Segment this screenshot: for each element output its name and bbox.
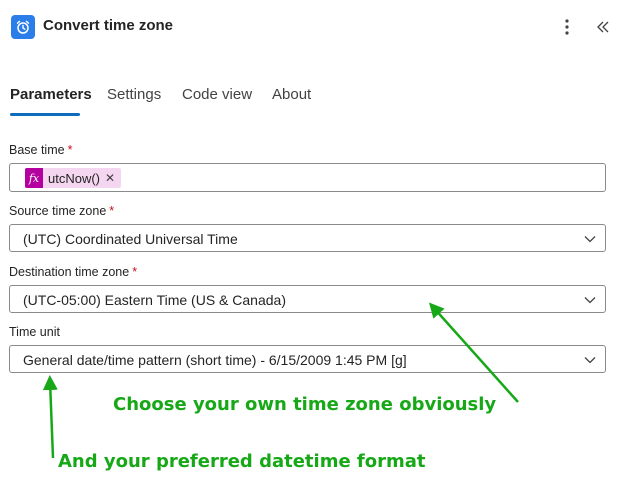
required-mark: * — [132, 265, 138, 279]
base-time-input[interactable]: fx utcNow() ✕ — [9, 163, 606, 192]
tab-parameters[interactable]: Parameters — [10, 86, 92, 103]
destination-time-zone-value: (UTC-05:00) Eastern Time (US & Canada) — [23, 292, 286, 308]
time-unit-dropdown[interactable]: General date/time pattern (short time) -… — [9, 345, 606, 373]
more-vertical-icon[interactable] — [557, 15, 577, 39]
token-label: utcNow() — [48, 170, 101, 186]
chevron-down-icon — [584, 357, 596, 364]
expression-token[interactable]: fx utcNow() ✕ — [25, 168, 122, 188]
active-tab-indicator — [10, 113, 80, 116]
source-time-zone-label: Source time zone * — [9, 204, 114, 218]
destination-time-zone-label: Destination time zone * — [9, 265, 137, 279]
source-time-zone-value: (UTC) Coordinated Universal Time — [23, 231, 238, 247]
double-chevron-left-icon[interactable] — [592, 15, 614, 39]
time-unit-value: General date/time pattern (short time) -… — [23, 352, 407, 368]
remove-token-icon[interactable]: ✕ — [105, 172, 115, 184]
destination-time-zone-label-text: Destination time zone — [9, 265, 130, 279]
chevron-down-icon — [584, 236, 596, 243]
tab-about[interactable]: About — [272, 86, 311, 103]
alarm-clock-icon — [11, 15, 35, 39]
required-mark: * — [67, 143, 73, 157]
required-mark: * — [109, 204, 115, 218]
destination-time-zone-dropdown[interactable]: (UTC-05:00) Eastern Time (US & Canada) — [9, 285, 606, 313]
base-time-label-text: Base time — [9, 143, 65, 157]
tab-settings[interactable]: Settings — [107, 86, 161, 103]
source-time-zone-dropdown[interactable]: (UTC) Coordinated Universal Time — [9, 224, 606, 252]
time-unit-label: Time unit — [9, 325, 60, 339]
annotation-timezone-note: Choose your own time zone obviously — [113, 394, 497, 415]
chevron-down-icon — [584, 297, 596, 304]
annotation-format-note: And your preferred datetime format — [58, 451, 426, 472]
arrow-to-time-unit — [42, 375, 58, 459]
panel-header: Convert time zone — [0, 0, 622, 56]
source-time-zone-label-text: Source time zone — [9, 204, 107, 218]
panel-title: Convert time zone — [43, 17, 174, 34]
tab-bar: Parameters Settings Code view About — [0, 82, 622, 118]
tab-code-view[interactable]: Code view — [182, 86, 252, 103]
base-time-label: Base time * — [9, 143, 72, 157]
fx-icon: fx — [25, 168, 43, 188]
